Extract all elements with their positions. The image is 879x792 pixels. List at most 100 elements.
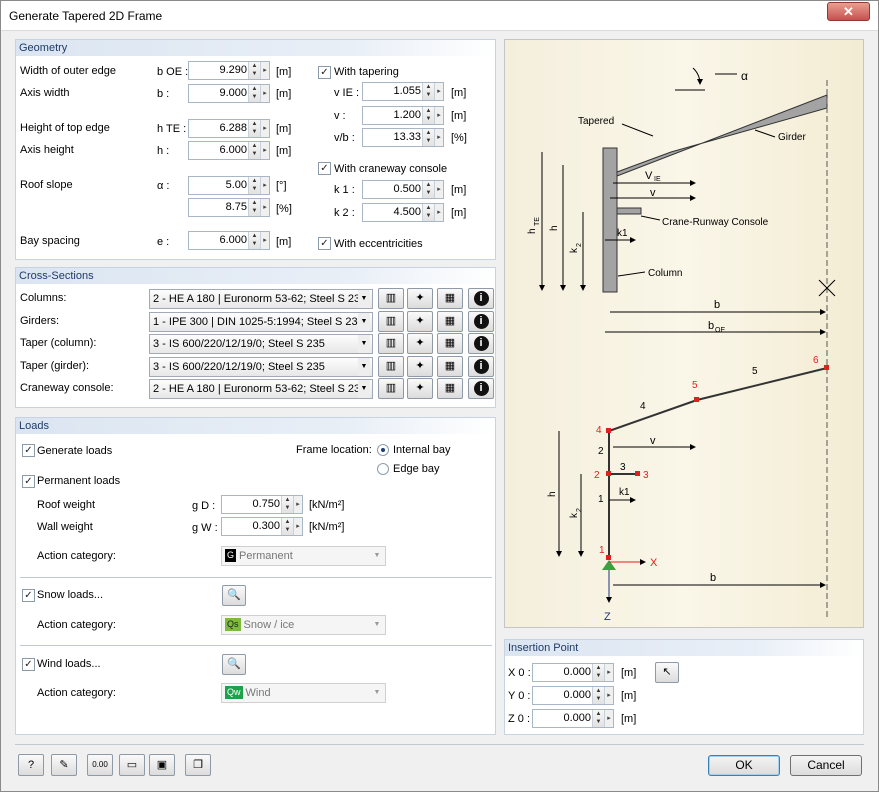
b-input[interactable]: 9.000 ▲ ▼ ▸ bbox=[188, 84, 270, 103]
ok-button[interactable]: OK bbox=[708, 755, 780, 776]
library-icon[interactable]: ▥ bbox=[378, 356, 404, 377]
copy-icon[interactable]: ❐ bbox=[185, 754, 211, 776]
open-folder-icon[interactable]: ▭ bbox=[119, 754, 145, 776]
edit-section-icon[interactable]: ▦ bbox=[437, 288, 463, 309]
svg-text:TE: TE bbox=[534, 217, 541, 226]
generate-loads-label: Generate loads bbox=[37, 445, 113, 457]
cross-section-label: Taper (girder): bbox=[20, 360, 90, 372]
close-button[interactable]: ✕ bbox=[827, 2, 870, 21]
with-craneway-checkbox[interactable]: ✓ bbox=[318, 162, 331, 175]
edit-icon[interactable]: ✎ bbox=[51, 754, 77, 776]
cancel-button[interactable]: Cancel bbox=[790, 755, 862, 776]
new-section-icon[interactable]: ✦ bbox=[407, 311, 433, 332]
v-text-bottom: v bbox=[650, 435, 656, 447]
vb-input[interactable]: 13.33 ▲ ▼ ▸ bbox=[362, 128, 444, 147]
title-bar: Generate Tapered 2D Frame ✕ bbox=[1, 1, 878, 31]
bay-spacing-label: Bay spacing bbox=[20, 235, 80, 247]
vb-unit: [%] bbox=[451, 132, 467, 144]
with-tapering-checkbox[interactable]: ✓ bbox=[318, 66, 331, 79]
hte-text: h bbox=[527, 228, 538, 234]
snow-loads-details-button[interactable]: 🔍 bbox=[222, 585, 246, 606]
cross-section-select[interactable]: 3 - IS 600/220/12/19/0; Steel S 235 ▼ bbox=[149, 334, 373, 354]
b-text: b bbox=[714, 299, 720, 311]
cross-section-select[interactable]: 2 - HE A 180 | Euronorm 53-62; Steel S 2… bbox=[149, 379, 373, 399]
x-axis-label: X bbox=[650, 557, 658, 569]
library-icon[interactable]: ▥ bbox=[378, 288, 404, 309]
member-4: 4 bbox=[640, 401, 646, 412]
cross-section-label: Craneway console: bbox=[20, 382, 114, 394]
h-unit: [m] bbox=[276, 145, 292, 157]
info-icon[interactable]: i bbox=[468, 333, 494, 354]
vie-input[interactable]: 1.055 ▲ ▼ ▸ bbox=[362, 82, 444, 101]
z0-input[interactable]: 0.000 ▲ ▼ ▸ bbox=[532, 709, 614, 728]
column-text: Column bbox=[648, 268, 682, 279]
wall-weight-input[interactable]: 0.300 ▲ ▼ ▸ bbox=[221, 517, 303, 536]
snow-loads-checkbox[interactable]: ✓ bbox=[22, 589, 35, 602]
vie-unit: [m] bbox=[451, 87, 467, 99]
y0-symbol: Y 0 : bbox=[508, 690, 531, 702]
edit-section-icon[interactable]: ▦ bbox=[437, 356, 463, 377]
new-section-icon[interactable]: ✦ bbox=[407, 288, 433, 309]
h-input[interactable]: 6.000 ▲ ▼ ▸ bbox=[188, 141, 270, 160]
e-symbol: e : bbox=[157, 236, 170, 248]
with-eccentricities-checkbox[interactable]: ✓ bbox=[318, 237, 331, 250]
loads-separator-1 bbox=[20, 577, 492, 578]
cross-section-select[interactable]: 1 - IPE 300 | DIN 1025-5:1994; Steel S 2… bbox=[149, 312, 373, 332]
library-icon[interactable]: ▥ bbox=[378, 378, 404, 399]
alpha-pct-input[interactable]: 8.75 ▲ ▼ ▸ bbox=[188, 198, 270, 217]
member-3: 3 bbox=[620, 462, 626, 473]
wind-loads-checkbox[interactable]: ✓ bbox=[22, 658, 35, 671]
cross-section-label: Columns: bbox=[20, 292, 67, 304]
roof-weight-input[interactable]: 0.750 ▲ ▼ ▸ bbox=[221, 495, 303, 514]
wind-loads-label: Wind loads... bbox=[37, 658, 101, 670]
x0-input[interactable]: 0.000 ▲ ▼ ▸ bbox=[532, 663, 614, 682]
edge-bay-radio[interactable] bbox=[377, 463, 389, 475]
wind-category-select: Qw Wind ▼ bbox=[221, 683, 386, 703]
k1-input[interactable]: 0.500 ▲ ▼ ▸ bbox=[362, 180, 444, 199]
cross-section-select[interactable]: 2 - HE A 180 | Euronorm 53-62; Steel S 2… bbox=[149, 289, 373, 309]
boe-unit: [m] bbox=[276, 66, 292, 78]
svg-text:IE: IE bbox=[654, 176, 661, 183]
permanent-loads-checkbox[interactable]: ✓ bbox=[22, 475, 35, 488]
help-icon[interactable]: ? bbox=[18, 754, 44, 776]
cross-section-label: Taper (column): bbox=[20, 337, 97, 349]
internal-bay-radio[interactable] bbox=[377, 444, 389, 456]
units-icon[interactable]: 0.00 bbox=[87, 754, 113, 776]
wind-loads-details-button[interactable]: 🔍 bbox=[222, 654, 246, 675]
pick-node-button[interactable]: ↖ bbox=[655, 662, 679, 683]
node-2: 2 bbox=[594, 470, 600, 481]
new-section-icon[interactable]: ✦ bbox=[407, 333, 433, 354]
edit-section-icon[interactable]: ▦ bbox=[437, 378, 463, 399]
library-icon[interactable]: ▥ bbox=[378, 333, 404, 354]
permanent-category-select: G Permanent ▼ bbox=[221, 546, 386, 566]
alpha-text: α bbox=[741, 69, 748, 83]
member-5: 5 bbox=[752, 366, 758, 377]
edit-section-icon[interactable]: ▦ bbox=[437, 311, 463, 332]
roof-slope-label: Roof slope bbox=[20, 179, 73, 191]
k2-input[interactable]: 4.500 ▲ ▼ ▸ bbox=[362, 203, 444, 222]
cross-section-select[interactable]: 3 - IS 600/220/12/19/0; Steel S 235 ▼ bbox=[149, 357, 373, 377]
hte-symbol: h TE : bbox=[157, 123, 187, 135]
info-icon[interactable]: i bbox=[468, 311, 494, 332]
edit-section-icon[interactable]: ▦ bbox=[437, 333, 463, 354]
node-3: 3 bbox=[643, 470, 649, 481]
h-symbol: h : bbox=[157, 145, 170, 157]
alpha-deg-input[interactable]: 5.00 ▲ ▼ ▸ bbox=[188, 176, 270, 195]
library-icon[interactable]: ▥ bbox=[378, 311, 404, 332]
height-top-edge-label: Height of top edge bbox=[20, 122, 110, 134]
new-section-icon[interactable]: ✦ bbox=[407, 378, 433, 399]
y0-input[interactable]: 0.000 ▲ ▼ ▸ bbox=[532, 686, 614, 705]
new-section-icon[interactable]: ✦ bbox=[407, 356, 433, 377]
info-icon[interactable]: i bbox=[468, 288, 494, 309]
gd-symbol: g D : bbox=[192, 500, 216, 512]
svg-text:OE: OE bbox=[715, 327, 725, 334]
generate-loads-checkbox[interactable]: ✓ bbox=[22, 444, 35, 457]
save-icon[interactable]: ▣ bbox=[149, 754, 175, 776]
hte-input[interactable]: 6.288 ▲ ▼ ▸ bbox=[188, 119, 270, 138]
e-input[interactable]: 6.000 ▲ ▼ ▸ bbox=[188, 231, 270, 250]
boe-input[interactable]: 9.290 ▲ ▼ ▸ bbox=[188, 61, 270, 80]
info-icon[interactable]: i bbox=[468, 378, 494, 399]
v-input[interactable]: 1.200 ▲ ▼ ▸ bbox=[362, 106, 444, 125]
info-icon[interactable]: i bbox=[468, 356, 494, 377]
frame-location-label: Frame location: bbox=[296, 444, 372, 456]
